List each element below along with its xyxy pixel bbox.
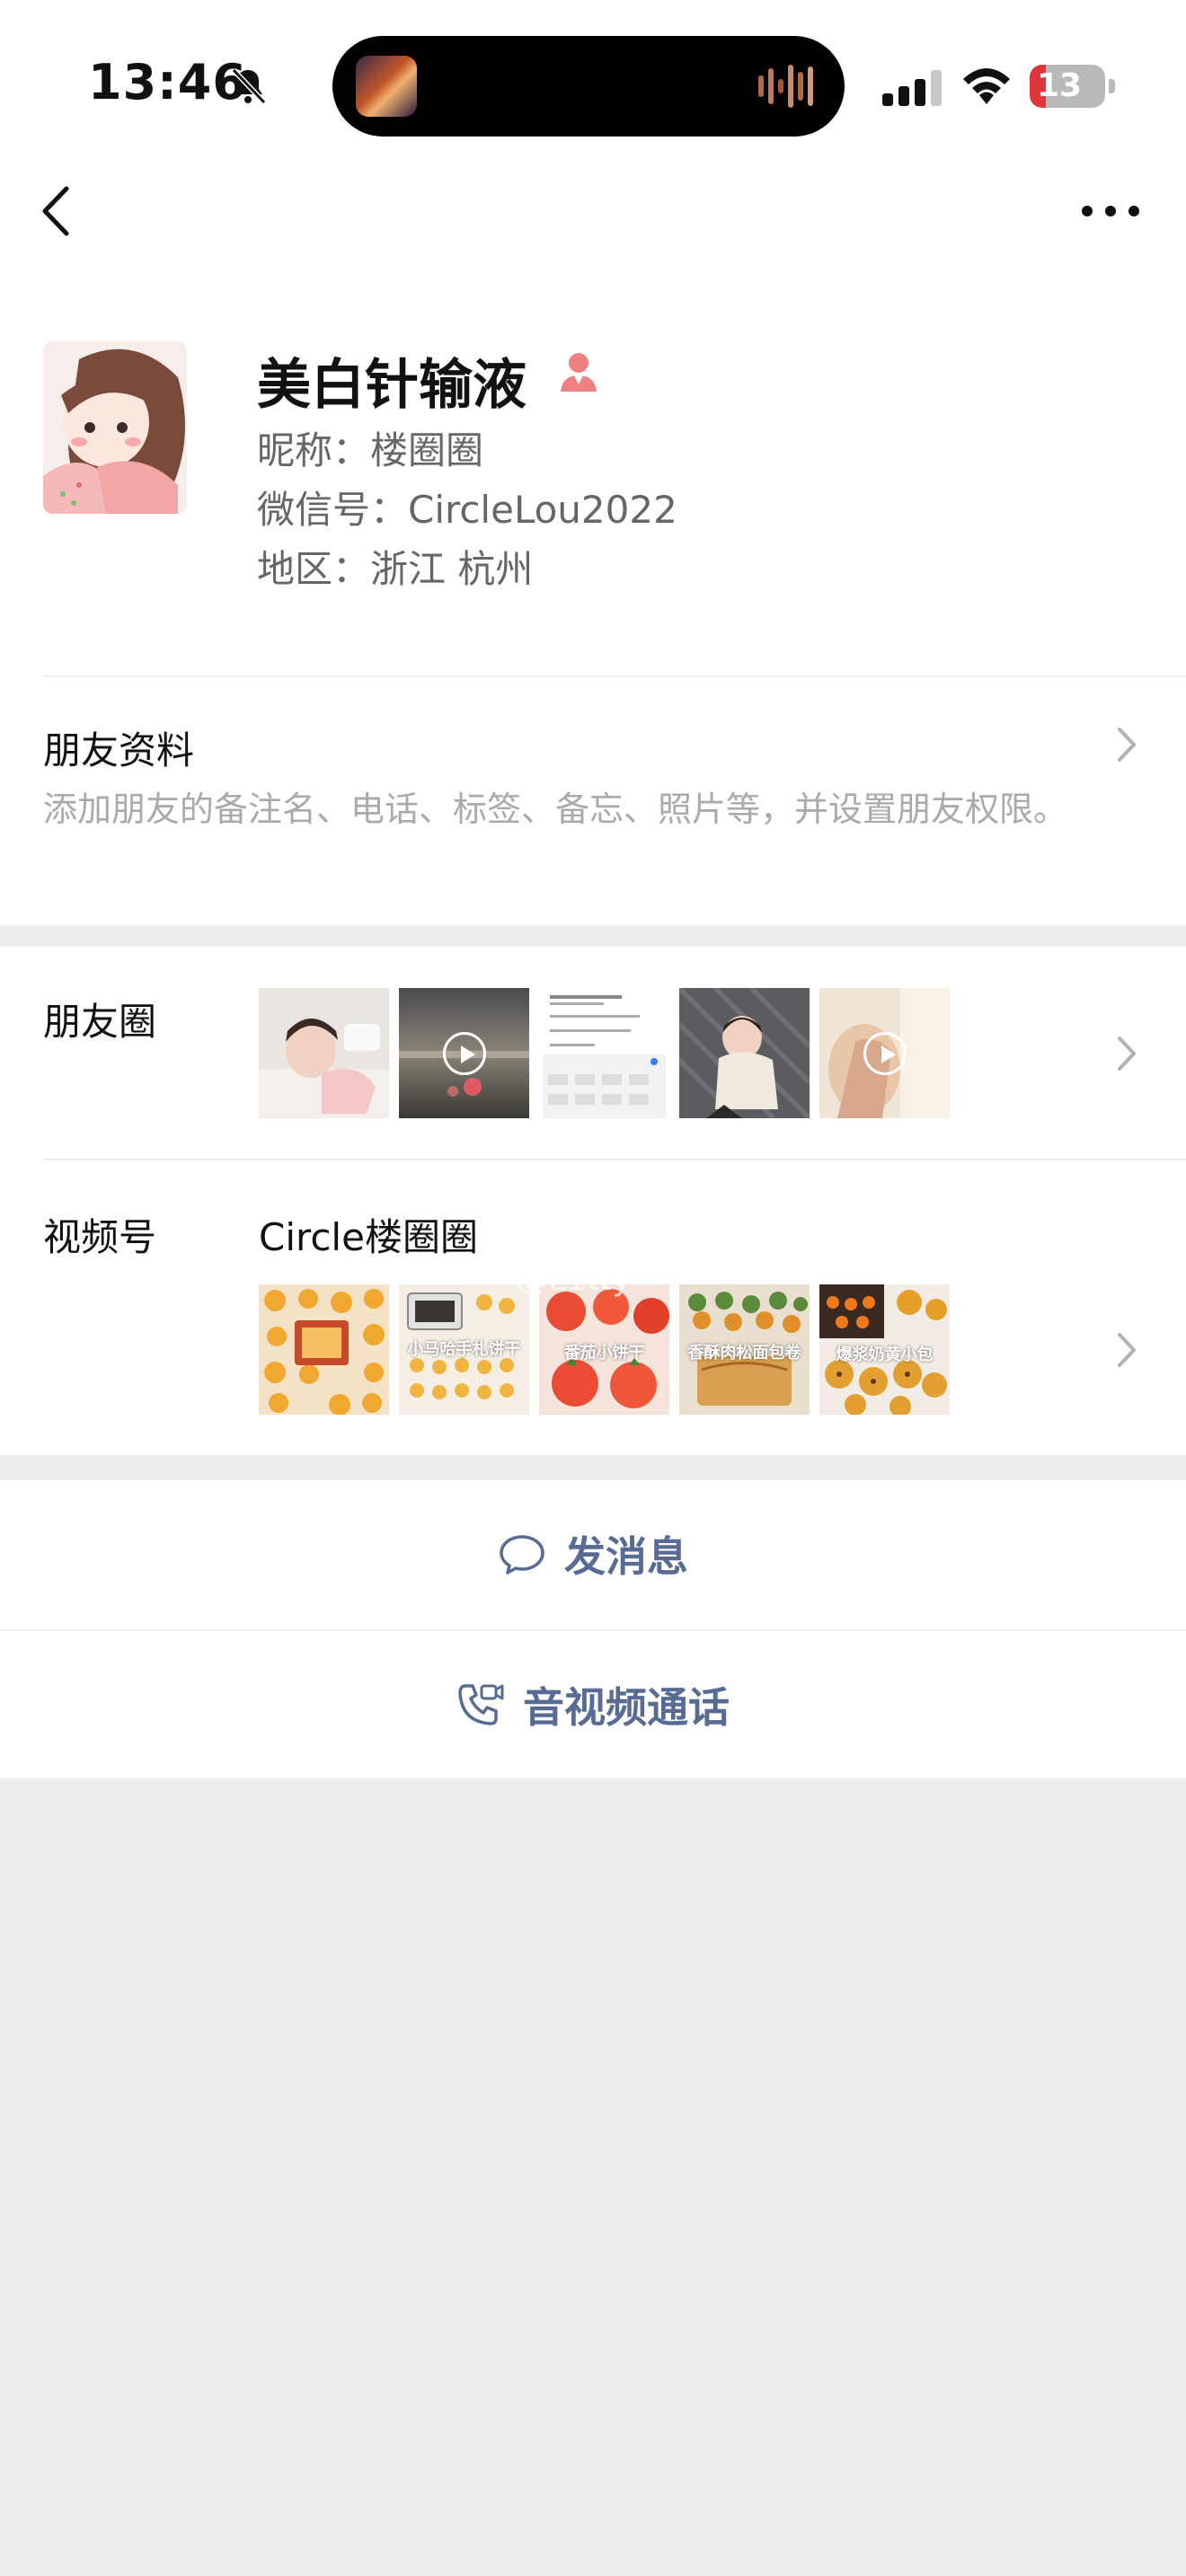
play-icon xyxy=(863,1031,907,1075)
send-message-button[interactable]: 发消息 xyxy=(0,1480,1186,1628)
now-playing-artwork xyxy=(356,56,417,117)
female-gender-icon xyxy=(561,353,597,392)
chevron-right-icon xyxy=(1118,1333,1136,1367)
actions-section: 发消息 音视频通话 xyxy=(0,1480,1186,1778)
moments-thumbnail xyxy=(259,988,389,1118)
channel-video-thumbnail xyxy=(259,1284,389,1415)
channel-video-thumbnail: 爆浆奶黄小包 xyxy=(819,1284,950,1415)
cellular-signal-icon xyxy=(882,70,942,106)
phone-video-icon xyxy=(458,1684,504,1725)
more-options-icon[interactable] xyxy=(1078,198,1143,225)
friend-info-description: 添加朋友的备注名、电话、标签、备忘、照片等，并设置朋友权限。 xyxy=(43,790,1068,829)
wifi-icon xyxy=(963,68,1010,104)
video-caption: 番茄小饼干 xyxy=(563,1344,645,1363)
profile-card: 美白针输液 昵称：楼圈圈 微信号：CircleLou2022 地区：浙江 杭州 … xyxy=(0,269,1186,925)
voice-video-call-label: 音视频通话 xyxy=(523,1683,730,1732)
profile-page: 13:46 13 美白针输液 昵称：楼圈圈 微信号：CircleLou2022 … xyxy=(0,0,1186,2576)
chevron-right-icon xyxy=(1118,728,1136,762)
bell-slash-icon xyxy=(231,67,267,105)
channel-video-thumbnail: 香酥肉松面包卷 xyxy=(679,1284,810,1415)
video-caption: 小马哈手札饼干 xyxy=(407,1340,521,1359)
channels-label: 视频号 xyxy=(43,1215,157,1259)
status-time: 13:46 xyxy=(88,54,247,110)
battery-indicator: 13 xyxy=(1030,65,1116,108)
divider xyxy=(43,1159,1186,1160)
avatar[interactable] xyxy=(43,341,187,514)
moments-thumbnail xyxy=(679,988,810,1118)
moments-thumbnail xyxy=(539,988,669,1118)
send-message-label: 发消息 xyxy=(564,1532,688,1581)
moments-thumbnail xyxy=(399,988,529,1118)
channels-thumbnails: 小马哈手札饼干 番茄小饼干 香酥肉松面包卷 爆浆奶黄小包 xyxy=(259,1284,950,1415)
audio-waveform-icon xyxy=(758,65,813,108)
divider xyxy=(43,675,1186,677)
battery-level: 13 xyxy=(1037,67,1083,104)
moments-label: 朋友圈 xyxy=(43,1000,157,1044)
nickname: 昵称：楼圈圈 xyxy=(257,428,484,472)
section-separator xyxy=(0,925,1186,947)
video-caption: 爆浆奶黄小包 xyxy=(836,1345,934,1364)
section-separator xyxy=(0,1455,1186,1480)
back-arrow-icon[interactable] xyxy=(36,180,79,243)
chevron-right-icon xyxy=(1118,1037,1136,1071)
region: 地区：浙江 杭州 xyxy=(257,547,534,591)
wechat-id: 微信号：CircleLou2022 xyxy=(257,488,677,532)
play-icon xyxy=(442,1031,486,1075)
feeds-section: 朋友圈 视频号 Circle楼圈圈 小马哈手札饼干 番茄小饼干 香酥肉松面包卷 … xyxy=(0,947,1186,1455)
moments-thumbnail xyxy=(819,988,950,1118)
moments-thumbnails xyxy=(259,988,950,1118)
channel-video-thumbnail: 小马哈手札饼干 xyxy=(399,1284,529,1415)
channel-video-thumbnail: 番茄小饼干 xyxy=(539,1284,669,1415)
video-caption: 香酥肉松面包卷 xyxy=(687,1344,801,1363)
status-bar: 13:46 13 xyxy=(0,0,1186,153)
channel-name: Circle楼圈圈 xyxy=(259,1215,478,1259)
chat-bubble-icon xyxy=(500,1535,544,1575)
voice-video-call-button[interactable]: 音视频通话 xyxy=(0,1631,1186,1778)
watermark: @L1tty xyxy=(516,1261,632,1298)
friend-info-title: 朋友资料 xyxy=(43,728,195,772)
navigation-bar xyxy=(0,153,1186,269)
dynamic-island[interactable] xyxy=(332,36,845,137)
remark-name: 美白针输液 xyxy=(257,354,527,417)
